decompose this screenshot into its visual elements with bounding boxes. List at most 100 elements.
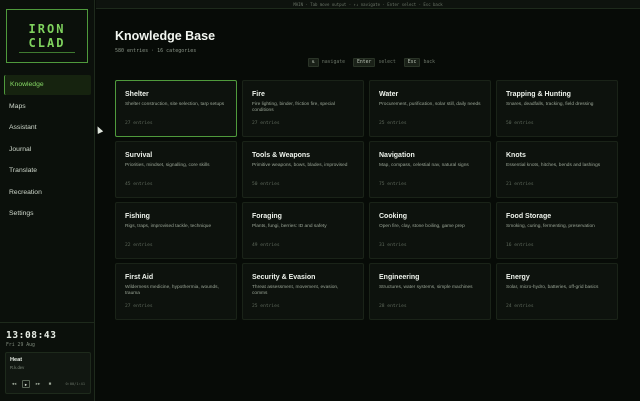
category-title: Fire [252, 91, 265, 98]
category-description: Smoking, curing, fermenting, preservatio… [506, 224, 595, 229]
category-card-fishing[interactable]: Fishing Rigs, traps, improvised tackle, … [115, 202, 237, 259]
category-count: 27 entries [125, 121, 153, 126]
category-count: 24 entries [506, 304, 534, 309]
category-description: Wilderness medicine, hypothermia, wounds… [125, 285, 219, 296]
category-grid: Shelter Shelter construction, site selec… [115, 80, 618, 320]
category-card-water[interactable]: Water Procurement, purification, solar s… [369, 80, 491, 137]
category-card-survival[interactable]: Survival Priorities, mindset, signalling… [115, 141, 237, 198]
category-title: Shelter [125, 91, 149, 98]
category-title: Energy [506, 274, 530, 281]
category-count: 25 entries [379, 121, 407, 126]
category-card-foraging[interactable]: Foraging Plants, fungi, berries: ID and … [242, 202, 364, 259]
category-description: Fire lighting, binder, friction fire, sp… [252, 102, 335, 113]
category-description: Threat assessment, movement, evasion, co… [252, 285, 339, 296]
category-title: Security & Evasion [252, 274, 316, 281]
clock-date: Fri 29 Aug [6, 343, 35, 348]
enter-key: Enter [353, 58, 376, 67]
category-card-security-evasion[interactable]: Security & Evasion Threat assessment, mo… [242, 263, 364, 320]
navigate-hint: navigate [321, 60, 345, 65]
category-card-food-storage[interactable]: Food Storage Smoking, curing, fermenting… [496, 202, 618, 259]
clock-time: 13:08:43 [6, 330, 57, 341]
category-card-knots[interactable]: Knots Essential knots, hitches, bends an… [496, 141, 618, 198]
sidebar-item-assistant[interactable]: Assistant [4, 118, 91, 138]
page-title: Knowledge Base [115, 29, 216, 43]
category-card-tools-weapons[interactable]: Tools & Weapons Primitive weapons, bows,… [242, 141, 364, 198]
category-title: Foraging [252, 213, 282, 220]
main-content: MAIN · Tab move output · ↑↓ navigate · E… [96, 0, 640, 401]
select-hint: select [378, 60, 396, 65]
sidebar-item-settings[interactable]: Settings [4, 204, 91, 224]
esc-key: Esc [403, 58, 421, 67]
category-card-fire[interactable]: Fire Fire lighting, binder, friction fir… [242, 80, 364, 137]
logo-line-2: CLAD [28, 36, 66, 50]
category-description: Structures, water systems, simple machin… [379, 285, 473, 290]
category-description: Rigs, traps, improvised tackle, techniqu… [125, 224, 212, 229]
category-card-cooking[interactable]: Cooking Open fire, clay, stone boiling, … [369, 202, 491, 259]
previous-icon[interactable]: ◂◂ [10, 380, 18, 388]
category-count: 49 entries [252, 243, 280, 248]
clock-panel: 13:08:43 Fri 29 Aug [0, 322, 94, 349]
category-description: Solar, micro-hydro, batteries, off-grid … [506, 285, 599, 290]
player-position: 0:00/1:41 [65, 382, 85, 386]
category-card-navigation[interactable]: Navigation Map, compass, celestial nav, … [369, 141, 491, 198]
category-card-trapping-hunting[interactable]: Trapping & Hunting Snares, deadfalls, tr… [496, 80, 618, 137]
category-title: Cooking [379, 213, 407, 220]
keyboard-help-bar: MAIN · Tab move output · ↑↓ navigate · E… [96, 0, 640, 9]
category-count: 75 entries [379, 182, 407, 187]
logo-rule [19, 52, 75, 53]
category-description: Priorities, mindset, signalling, core sk… [125, 163, 210, 168]
category-card-first-aid[interactable]: First Aid Wilderness medicine, hypotherm… [115, 263, 237, 320]
category-description: Snares, deadfalls, tracking, field dress… [506, 102, 594, 107]
sidebar-item-recreation[interactable]: Recreation [4, 183, 91, 203]
category-title: Tools & Weapons [252, 152, 311, 159]
keyboard-hints: ⇅ navigate Enter select Esc back [308, 58, 440, 67]
category-count: 22 entries [125, 243, 153, 248]
category-count: 31 entries [379, 243, 407, 248]
page-subtitle: 580 entries · 16 categories [115, 48, 197, 54]
category-title: Food Storage [506, 213, 552, 220]
category-title: Water [379, 91, 399, 98]
category-count: 16 entries [506, 243, 534, 248]
next-icon[interactable]: ▸▸ [34, 380, 42, 388]
navigate-key: ⇅ [308, 58, 319, 67]
category-title: Knots [506, 152, 526, 159]
category-count: 45 entries [125, 182, 153, 187]
sidebar-item-translate[interactable]: Translate [4, 161, 91, 181]
logo-line-1: IRON [28, 22, 66, 36]
category-title: Fishing [125, 213, 150, 220]
category-count: 27 entries [252, 121, 280, 126]
category-card-engineering[interactable]: Engineering Structures, water systems, s… [369, 263, 491, 320]
player-controls: ◂◂ ▸ ▸▸ ■ [10, 380, 54, 388]
category-count: 21 entries [506, 182, 534, 187]
app-logo[interactable]: IRON CLAD [6, 9, 88, 63]
category-card-shelter[interactable]: Shelter Shelter construction, site selec… [115, 80, 237, 137]
category-count: 50 entries [252, 182, 280, 187]
stop-icon[interactable]: ■ [46, 380, 54, 388]
music-player: Heat R.k.dev ◂◂ ▸ ▸▸ ■ 0:00/1:41 [5, 352, 91, 394]
category-title: Trapping & Hunting [506, 91, 571, 98]
category-description: Procurement, purification, solar still, … [379, 102, 481, 107]
category-count: 50 entries [506, 121, 534, 126]
category-description: Essential knots, hitches, bends and lash… [506, 163, 601, 168]
sidebar: IRON CLAD Knowledge Maps Assistant Journ… [0, 0, 95, 401]
category-card-energy[interactable]: Energy Solar, micro-hydro, batteries, of… [496, 263, 618, 320]
category-description: Primitive weapons, bows, blades, improvi… [252, 163, 348, 168]
category-title: Engineering [379, 274, 420, 281]
sidebar-item-journal[interactable]: Journal [4, 140, 91, 160]
category-count: 27 entries [125, 304, 153, 309]
sidebar-item-knowledge[interactable]: Knowledge [4, 75, 91, 95]
player-track-title: Heat [10, 357, 23, 363]
category-description: Shelter construction, site selection, ta… [125, 102, 225, 107]
category-description: Map, compass, celestial nav, natural sig… [379, 163, 469, 168]
back-hint: back [423, 60, 436, 65]
category-title: Survival [125, 152, 153, 159]
player-artist: R.k.dev [10, 365, 25, 370]
category-count: 25 entries [252, 304, 280, 309]
category-count: 28 entries [379, 304, 407, 309]
play-icon[interactable]: ▸ [22, 380, 30, 388]
category-title: First Aid [125, 274, 154, 281]
category-description: Plants, fungi, berries: ID and safety [252, 224, 327, 229]
category-description: Open fire, clay, stone boiling, game pre… [379, 224, 465, 229]
sidebar-nav: Knowledge Maps Assistant Journal Transla… [4, 75, 91, 226]
sidebar-item-maps[interactable]: Maps [4, 97, 91, 117]
